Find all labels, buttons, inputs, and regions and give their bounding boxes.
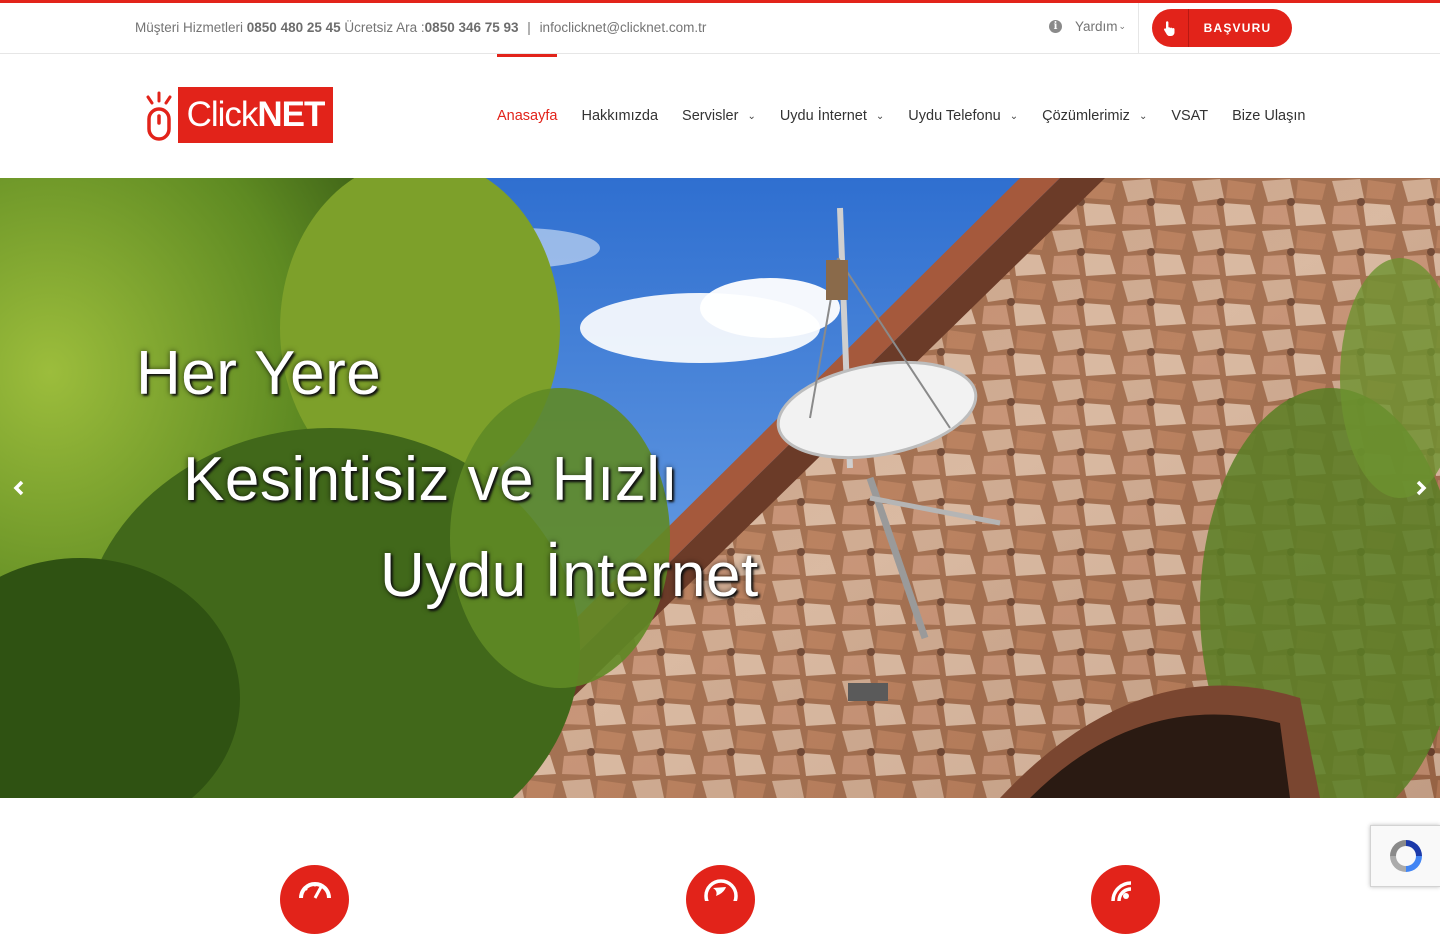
main-header: Click NET Anasayfa Hakkımızda Servisler ⌄ … bbox=[0, 54, 1440, 178]
hero-heading-line-3: Uydu İnternet bbox=[380, 541, 759, 610]
hero-heading-line-1: Her Yere bbox=[136, 339, 382, 408]
nav-item-contact[interactable]: Bize Ulaşın bbox=[1232, 54, 1305, 178]
nav-item-satellite-internet[interactable]: Uydu İnternet ⌄ bbox=[780, 54, 884, 178]
customer-service-phone[interactable]: 0850 480 25 45 bbox=[247, 20, 341, 35]
info-icon: i bbox=[1049, 20, 1062, 33]
logo-text-net: NET bbox=[257, 95, 325, 134]
apply-button[interactable]: BAŞVURU bbox=[1152, 9, 1292, 47]
topbar-divider bbox=[1138, 3, 1139, 54]
satellite-signal-icon bbox=[1110, 881, 1131, 901]
pointer-hand-icon bbox=[1152, 9, 1189, 47]
nav-item-satellite-phone[interactable]: Uydu Telefonu ⌄ bbox=[908, 54, 1018, 178]
nav-item-solutions[interactable]: Çözümlerimiz ⌄ bbox=[1042, 54, 1147, 178]
toll-free-label: Ücretsiz Ara : bbox=[344, 20, 425, 35]
contact-info: Müşteri Hizmetleri 0850 480 25 45 Ücrets… bbox=[135, 20, 706, 35]
hero-heading-line-2: Kesintisiz ve Hızlı bbox=[183, 445, 679, 514]
recaptcha-icon bbox=[1389, 840, 1422, 872]
chevron-down-icon: ⌄ bbox=[1118, 21, 1127, 31]
top-bar: Müşteri Hizmetleri 0850 480 25 45 Ücrets… bbox=[0, 0, 1440, 54]
speedometer-icon bbox=[298, 882, 331, 899]
recaptcha-badge[interactable] bbox=[1370, 825, 1440, 887]
globe-icon bbox=[703, 879, 738, 901]
chevron-right-icon bbox=[1416, 480, 1427, 496]
slider-prev-button[interactable] bbox=[9, 478, 29, 498]
chevron-down-icon: ⌄ bbox=[875, 110, 885, 122]
help-label: Yardım bbox=[1075, 19, 1118, 34]
hero-slider: Her Yere Kesintisiz ve Hızlı Uydu İntern… bbox=[0, 178, 1440, 798]
main-nav: Anasayfa Hakkımızda Servisler ⌄ Uydu İnte… bbox=[497, 54, 1305, 178]
apply-button-label: BAŞVURU bbox=[1203, 21, 1272, 35]
nav-item-about[interactable]: Hakkımızda bbox=[581, 54, 658, 178]
toll-free-phone[interactable]: 0850 346 75 93 bbox=[425, 20, 519, 35]
contact-email[interactable]: infoclicknet@clicknet.com.tr bbox=[540, 20, 707, 35]
contact-separator: | bbox=[527, 20, 531, 35]
customer-service-label: Müşteri Hizmetleri bbox=[135, 20, 244, 35]
clicknet-logo[interactable]: Click NET bbox=[143, 87, 335, 145]
nav-item-home[interactable]: Anasayfa bbox=[497, 54, 558, 178]
mouse-icon bbox=[146, 91, 172, 141]
chevron-down-icon: ⌄ bbox=[1009, 110, 1019, 122]
nav-item-vsat[interactable]: VSAT bbox=[1171, 54, 1208, 178]
logo-wordmark: Click NET bbox=[178, 87, 333, 143]
nav-item-services[interactable]: Servisler ⌄ bbox=[682, 54, 756, 178]
chevron-left-icon bbox=[13, 480, 24, 496]
logo-text-click: Click bbox=[186, 95, 259, 134]
chevron-down-icon: ⌄ bbox=[1138, 110, 1148, 122]
help-menu[interactable]: i Yardım ⌄ bbox=[1049, 19, 1126, 34]
chevron-down-icon: ⌄ bbox=[747, 110, 756, 122]
slider-next-button[interactable] bbox=[1411, 478, 1431, 498]
